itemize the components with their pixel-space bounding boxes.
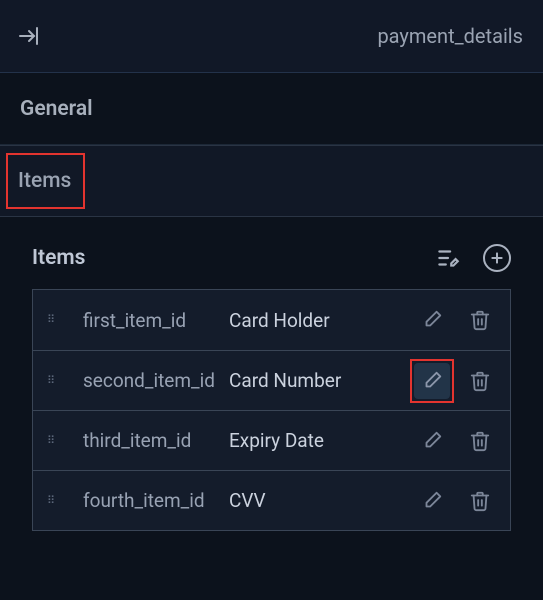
item-label: Expiry Date <box>229 429 414 452</box>
items-panel-header: Items <box>32 235 511 289</box>
items-panel-actions <box>433 243 511 273</box>
item-id: second_item_id <box>59 369 229 392</box>
section-items-wrapper: Items <box>0 145 543 217</box>
delete-icon[interactable] <box>462 423 498 459</box>
drag-handle-icon[interactable]: ⠿ <box>43 439 59 443</box>
page-title: payment_details <box>377 24 523 48</box>
item-id: first_item_id <box>59 309 229 332</box>
list-item: ⠿ fourth_item_id CVV <box>33 470 510 530</box>
item-label: Card Holder <box>229 309 414 332</box>
edit-icon[interactable] <box>414 423 450 459</box>
bulk-edit-icon[interactable] <box>433 243 463 273</box>
section-items-label: Items <box>18 169 71 193</box>
drag-handle-icon[interactable]: ⠿ <box>43 499 59 503</box>
items-panel: Items ⠿ first_item_id Card Ho <box>0 217 543 555</box>
row-actions <box>414 302 498 338</box>
section-general[interactable]: General <box>0 73 543 145</box>
section-items-label-cell: Items <box>12 165 77 197</box>
drag-handle-icon[interactable]: ⠿ <box>43 379 59 383</box>
row-actions <box>414 423 498 459</box>
section-general-label: General <box>20 97 93 121</box>
item-id: third_item_id <box>59 429 229 452</box>
delete-icon[interactable] <box>462 363 498 399</box>
item-id: fourth_item_id <box>59 489 229 512</box>
items-list: ⠿ first_item_id Card Holder <box>32 289 511 531</box>
row-actions <box>414 363 498 399</box>
list-item: ⠿ second_item_id Card Number <box>33 350 510 410</box>
list-item: ⠿ first_item_id Card Holder <box>33 290 510 350</box>
header-bar: payment_details <box>0 0 543 72</box>
collapse-right-icon[interactable] <box>16 23 42 49</box>
section-items[interactable]: Items <box>0 145 543 217</box>
edit-icon[interactable] <box>414 483 450 519</box>
items-panel-title: Items <box>32 246 85 270</box>
item-label: Card Number <box>229 369 414 392</box>
item-label: CVV <box>229 489 414 512</box>
edit-icon[interactable] <box>414 363 450 399</box>
list-item: ⠿ third_item_id Expiry Date <box>33 410 510 470</box>
edit-icon[interactable] <box>414 302 450 338</box>
row-actions <box>414 483 498 519</box>
drag-handle-icon[interactable]: ⠿ <box>43 318 59 322</box>
add-item-icon[interactable] <box>483 244 511 272</box>
delete-icon[interactable] <box>462 302 498 338</box>
delete-icon[interactable] <box>462 483 498 519</box>
